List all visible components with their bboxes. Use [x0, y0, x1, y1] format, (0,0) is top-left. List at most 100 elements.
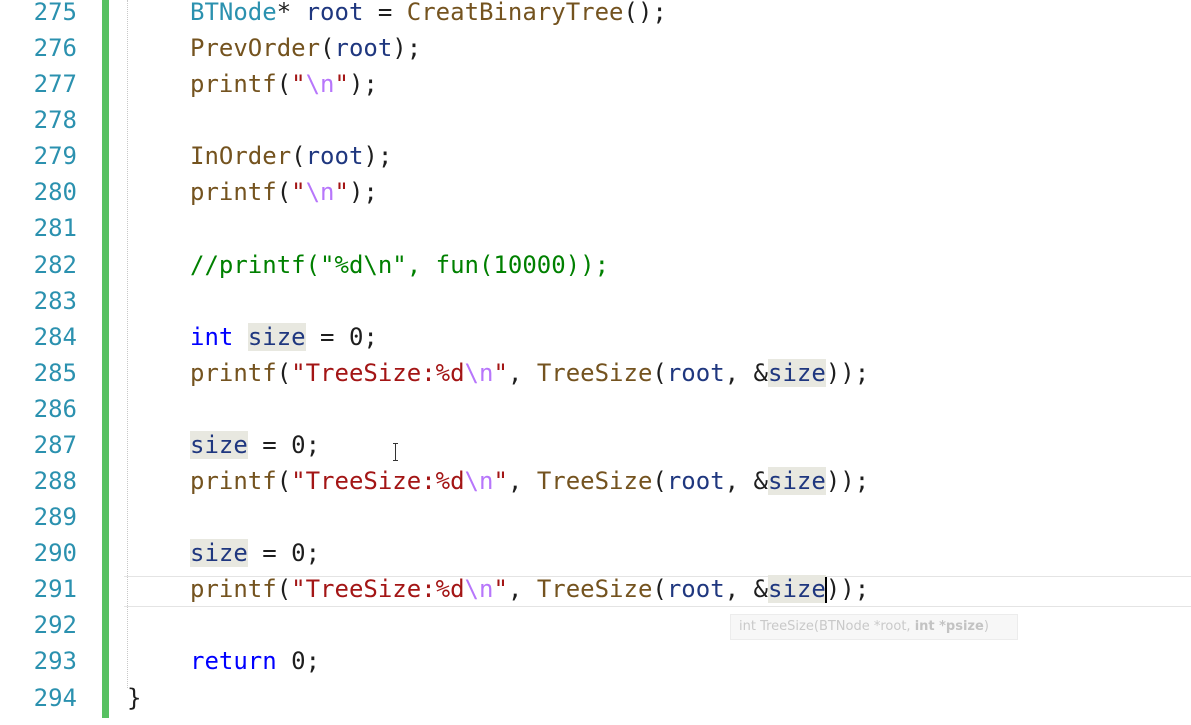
code-token: = — [363, 0, 407, 26]
code-token: \n — [305, 178, 335, 206]
code-token: 0 — [291, 647, 306, 675]
code-token: \n — [464, 467, 494, 495]
code-token: size — [768, 359, 826, 387]
code-token: " — [493, 467, 508, 495]
code-line[interactable]: 286 — [0, 394, 1191, 430]
code-token: = — [247, 539, 292, 567]
code-text[interactable]: int size = 0; — [190, 319, 378, 355]
code-token: " — [291, 178, 306, 206]
code-token: " — [493, 359, 508, 387]
code-token: = — [305, 323, 349, 351]
code-text[interactable]: size = 0; — [190, 427, 320, 463]
code-editor[interactable]: 275 BTNode* root = CreatBinaryTree(); 276 P… — [0, 0, 1191, 725]
code-token: "TreeSize:%d — [291, 467, 465, 495]
line-number: 283 — [33, 287, 77, 315]
code-token: TreeSize — [536, 359, 653, 387]
tooltip-close-paren: ) — [983, 619, 989, 634]
code-token: ( — [320, 34, 335, 62]
code-line[interactable]: 293 return 0; — [0, 646, 1191, 682]
code-text[interactable]: InOrder(root); — [190, 138, 392, 174]
code-line[interactable]: 277 printf("\n"); — [0, 69, 1191, 105]
code-token: InOrder — [190, 142, 292, 170]
code-text[interactable]: return 0; — [190, 643, 320, 679]
code-line[interactable]: 290 size = 0; — [0, 538, 1191, 574]
code-token: BTNode — [190, 0, 277, 26]
code-token: , & — [724, 467, 769, 495]
code-token: , — [507, 467, 537, 495]
code-text[interactable]: printf("\n"); — [190, 174, 378, 210]
code-token: ; — [305, 539, 321, 567]
code-token: ( — [276, 575, 292, 603]
code-line[interactable]: 291 printf("TreeSize:%d\n", TreeSize(root… — [0, 574, 1191, 610]
code-token: " — [493, 575, 508, 603]
code-token: \n — [305, 70, 335, 98]
code-token: size — [768, 575, 826, 603]
code-token: \n — [464, 575, 494, 603]
code-token: ; — [363, 323, 378, 351]
code-text[interactable]: BTNode* root = CreatBinaryTree(); — [190, 0, 667, 30]
code-text[interactable]: printf("\n"); — [190, 66, 378, 102]
code-text[interactable]: printf("TreeSize:%d\n", TreeSize(root, &… — [190, 463, 869, 499]
code-line[interactable]: 279 InOrder(root); — [0, 141, 1191, 177]
code-line[interactable]: 294} — [0, 683, 1191, 719]
code-token: root — [305, 142, 364, 170]
line-number: 289 — [33, 503, 77, 531]
code-token: ; — [305, 431, 321, 459]
line-number: 282 — [33, 251, 77, 279]
code-line[interactable]: 287 size = 0; — [0, 430, 1191, 466]
code-text[interactable]: } — [127, 680, 141, 716]
code-line[interactable]: 280 printf("\n"); — [0, 177, 1191, 213]
line-number: 291 — [33, 575, 77, 603]
line-number: 281 — [33, 214, 77, 242]
line-number: 275 — [33, 0, 77, 26]
line-number: 287 — [33, 431, 77, 459]
code-text[interactable]: size = 0; — [190, 535, 320, 571]
code-token: root — [666, 575, 725, 603]
code-text[interactable]: printf("TreeSize:%d\n", TreeSize(root, &… — [190, 571, 869, 607]
code-line[interactable]: 275 BTNode* root = CreatBinaryTree(); — [0, 0, 1191, 33]
code-token: ); — [348, 178, 378, 206]
line-number: 290 — [33, 539, 77, 567]
code-token: root — [666, 359, 725, 387]
code-line[interactable]: 288 printf("TreeSize:%d\n", TreeSize(root… — [0, 466, 1191, 502]
tooltip-param-root: BTNode *root, — [818, 619, 915, 634]
code-token: " — [334, 178, 349, 206]
code-token: return — [190, 647, 277, 675]
code-line[interactable]: 289 — [0, 502, 1191, 538]
code-line[interactable]: 278 — [0, 105, 1191, 141]
code-token: \n — [464, 359, 494, 387]
code-text[interactable]: printf("TreeSize:%d\n", TreeSize(root, &… — [190, 355, 869, 391]
code-text[interactable]: //printf("%d\n", fun(10000)); — [190, 247, 609, 283]
code-token: , — [507, 575, 537, 603]
code-token: ( — [276, 178, 292, 206]
code-token: root — [666, 467, 725, 495]
code-token: //printf("%d\n", fun(10000)); — [190, 251, 610, 279]
code-token: size — [190, 431, 248, 459]
code-token: PrevOrder — [190, 34, 321, 62]
code-token: ; — [305, 647, 321, 675]
line-number: 278 — [33, 106, 77, 134]
code-token: 0 — [291, 539, 306, 567]
code-token: TreeSize — [536, 575, 653, 603]
code-line[interactable]: 276 PrevOrder(root); — [0, 33, 1191, 69]
code-line[interactable]: 283 — [0, 286, 1191, 322]
code-token: " — [334, 70, 349, 98]
code-token: 0 — [348, 323, 364, 351]
code-token: )); — [825, 359, 870, 387]
code-token: * — [276, 0, 306, 26]
code-text[interactable]: PrevOrder(root); — [190, 30, 421, 66]
code-token: , — [507, 359, 537, 387]
code-token: root — [305, 0, 364, 26]
code-token: size — [247, 323, 306, 351]
code-token: printf — [190, 178, 277, 206]
line-number: 279 — [33, 142, 77, 170]
code-token: ); — [348, 70, 378, 98]
code-line[interactable]: 282 //printf("%d\n", fun(10000)); — [0, 250, 1191, 286]
code-line[interactable]: 285 printf("TreeSize:%d\n", TreeSize(root… — [0, 358, 1191, 394]
code-line[interactable]: 281 — [0, 213, 1191, 249]
line-number: 292 — [33, 611, 77, 639]
code-token: ( — [276, 70, 292, 98]
code-line[interactable]: 284 int size = 0; — [0, 322, 1191, 358]
